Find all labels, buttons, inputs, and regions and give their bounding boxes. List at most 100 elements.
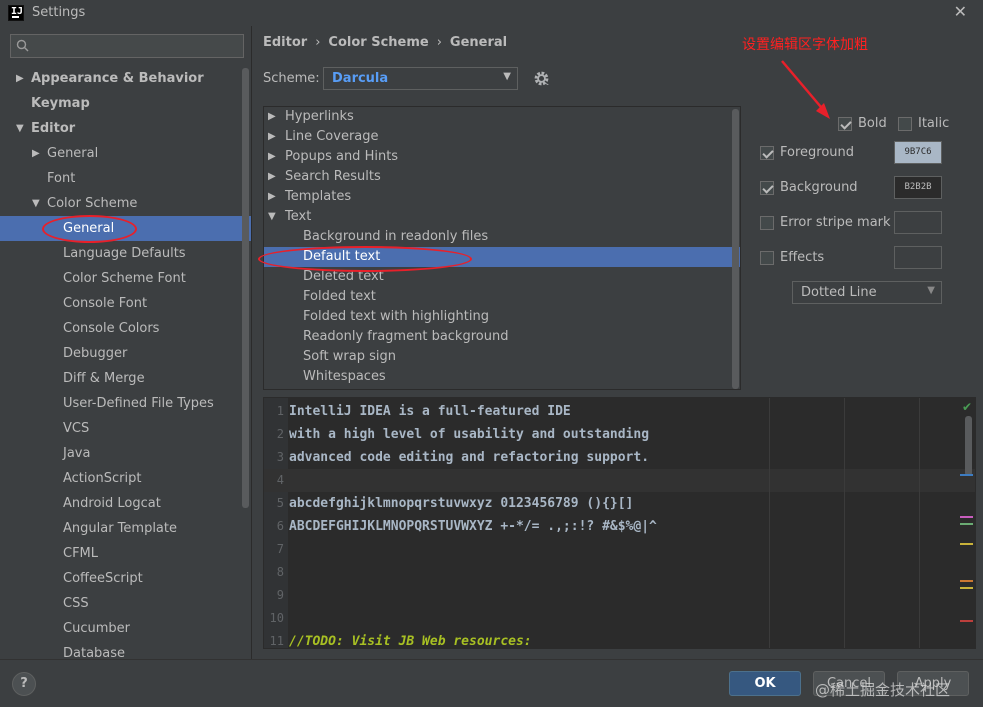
effects-checkbox[interactable] (760, 250, 774, 265)
sidebar-item[interactable]: Diff & Merge (0, 366, 251, 391)
code-text: with a high level of usability and outst… (289, 427, 650, 442)
sidebar-item[interactable]: ▼ Editor (0, 116, 251, 141)
line-number: 5 (276, 496, 284, 510)
error-stripe-checkbox[interactable] (760, 215, 774, 230)
sidebar-scrollbar[interactable] (242, 68, 249, 508)
bold-checkbox[interactable] (838, 116, 852, 131)
collapsed-arrow-icon[interactable]: ▶ (268, 127, 276, 147)
dialog-button-bar: ? OK Cancel Apply @稀土掘金技术社区 (0, 659, 983, 707)
sidebar-item[interactable]: ▶ General (0, 141, 251, 166)
sidebar-item[interactable]: Android Logcat (0, 491, 251, 516)
italic-checkbox[interactable] (898, 116, 912, 131)
sidebar-item[interactable]: Database (0, 641, 251, 659)
collapsed-arrow-icon[interactable]: ▶ (32, 141, 40, 166)
foreground-checkbox[interactable] (760, 145, 774, 160)
background-option[interactable]: Background (760, 180, 858, 195)
editor-scrollbar[interactable] (965, 416, 972, 476)
help-button[interactable]: ? (12, 672, 36, 696)
category-item[interactable]: ▶ Templates (264, 187, 740, 207)
sidebar-item-label: Android Logcat (63, 496, 161, 511)
code-preview-editor[interactable]: 1 IntelliJ IDEA is a full-featured IDE 2 wi… (263, 397, 976, 649)
sidebar-item-label: User-Defined File Types (63, 396, 214, 411)
category-item-label: Soft wrap sign (303, 349, 396, 364)
code-line: 8 (264, 561, 975, 584)
category-scrollbar[interactable] (732, 109, 739, 389)
category-item[interactable]: Folded text with highlighting (264, 307, 740, 327)
foreground-option[interactable]: Foreground (760, 145, 854, 160)
sidebar-item[interactable]: Console Colors (0, 316, 251, 341)
sidebar-item[interactable]: CoffeeScript (0, 566, 251, 591)
effects-type-dropdown[interactable]: Dotted Line ▼ (792, 281, 942, 304)
category-item[interactable]: Readonly fragment background (264, 327, 740, 347)
chevron-down-icon: ▼ (503, 71, 511, 82)
sidebar-item[interactable]: Keymap (0, 91, 251, 116)
effects-option[interactable]: Effects (760, 250, 824, 265)
sidebar-item[interactable]: CSS (0, 591, 251, 616)
sidebar-item-label: Console Colors (63, 321, 160, 336)
category-item[interactable]: ▼ Text (264, 207, 740, 227)
sidebar-item[interactable]: User-Defined File Types (0, 391, 251, 416)
sidebar-item[interactable]: ActionScript (0, 466, 251, 491)
sidebar-item-label: CFML (63, 546, 99, 561)
sidebar-item-label: Font (47, 171, 76, 186)
foreground-label: Foreground (780, 145, 855, 160)
ok-button[interactable]: OK (729, 671, 801, 696)
sidebar-item[interactable]: Angular Template (0, 516, 251, 541)
sidebar-item-label: Angular Template (63, 521, 177, 536)
foreground-color-swatch[interactable]: 9B7C6 (894, 141, 942, 164)
breadcrumb-color-scheme[interactable]: Color Scheme (328, 35, 428, 50)
category-item-label: Folded text with highlighting (303, 309, 489, 324)
sidebar-item[interactable]: Language Defaults (0, 241, 251, 266)
sidebar-item-label: General (63, 221, 115, 236)
category-item[interactable]: Whitespaces (264, 367, 740, 387)
error-stripe-option[interactable]: Error stripe mark (760, 215, 891, 230)
bold-option[interactable]: Bold (838, 116, 887, 131)
background-checkbox[interactable] (760, 180, 774, 195)
gear-icon[interactable] (533, 70, 550, 87)
category-item[interactable]: ▶ Search Results (264, 167, 740, 187)
code-text: IntelliJ IDEA is a full-featured IDE (289, 404, 571, 419)
collapsed-arrow-icon[interactable]: ▶ (268, 107, 276, 127)
error-stripe-color-swatch[interactable] (894, 211, 942, 234)
sidebar-item[interactable]: ▶ Appearance & Behavior (0, 66, 251, 91)
category-item[interactable]: Deleted text (264, 267, 740, 287)
sidebar-item[interactable]: ▼ Color Scheme (0, 191, 251, 216)
category-item[interactable]: ▶ Popups and Hints (264, 147, 740, 167)
sidebar-item[interactable]: CFML (0, 541, 251, 566)
sidebar-item-label: Console Font (63, 296, 148, 311)
breadcrumb-editor[interactable]: Editor (263, 35, 307, 50)
collapsed-arrow-icon[interactable]: ▶ (16, 66, 24, 91)
sidebar-item[interactable]: VCS (0, 416, 251, 441)
background-color-swatch[interactable]: B2B2B (894, 176, 942, 199)
collapsed-arrow-icon[interactable]: ▶ (268, 167, 276, 187)
code-line: 4 (264, 469, 975, 492)
sidebar-item[interactable]: General (0, 216, 251, 241)
window-title: Settings (32, 5, 86, 20)
collapsed-arrow-icon[interactable]: ▶ (268, 187, 276, 207)
expanded-arrow-icon[interactable]: ▼ (268, 207, 276, 227)
sidebar-item[interactable]: Console Font (0, 291, 251, 316)
effects-color-swatch[interactable] (894, 246, 942, 269)
sidebar-item[interactable]: Color Scheme Font (0, 266, 251, 291)
title-bar: IJ Settings ✕ (0, 0, 983, 26)
category-item[interactable]: Background in readonly files (264, 227, 740, 247)
close-icon[interactable]: ✕ (954, 2, 967, 21)
bold-label: Bold (858, 116, 887, 131)
category-item[interactable]: Default text (264, 247, 740, 267)
category-item[interactable]: ▶ Line Coverage (264, 127, 740, 147)
category-item[interactable]: Soft wrap sign (264, 347, 740, 367)
error-stripe-marker (960, 580, 973, 582)
italic-option[interactable]: Italic (898, 116, 949, 131)
search-input[interactable] (10, 34, 244, 58)
expanded-arrow-icon[interactable]: ▼ (32, 191, 40, 216)
expanded-arrow-icon[interactable]: ▼ (16, 116, 24, 141)
collapsed-arrow-icon[interactable]: ▶ (268, 147, 276, 167)
category-item[interactable]: Folded text (264, 287, 740, 307)
sidebar-item[interactable]: Debugger (0, 341, 251, 366)
category-item[interactable]: ▶ Hyperlinks (264, 107, 740, 127)
scheme-dropdown[interactable]: Darcula ▼ (323, 67, 518, 90)
sidebar-item[interactable]: Font (0, 166, 251, 191)
sidebar-item[interactable]: Cucumber (0, 616, 251, 641)
sidebar-item[interactable]: Java (0, 441, 251, 466)
breadcrumb-general[interactable]: General (450, 35, 507, 50)
